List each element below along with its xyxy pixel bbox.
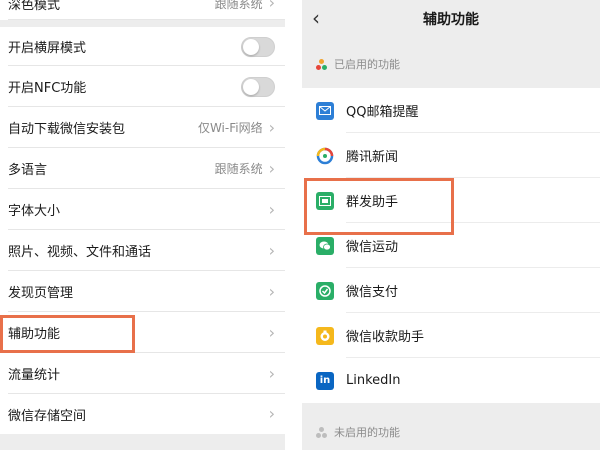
feature-item-wechat-sport[interactable]: 微信运动 — [302, 223, 600, 268]
chevron-right-icon: › — [268, 240, 275, 260]
setting-label: 流量统计 — [8, 368, 61, 383]
feature-item-wechat-pay[interactable]: 微信支付 — [302, 268, 600, 313]
setting-label: 多语言 — [8, 163, 48, 178]
feature-item-collection-assistant[interactable]: 微信收款助手 — [302, 313, 600, 358]
chevron-right-icon: › — [268, 322, 275, 342]
feature-item-broadcast[interactable]: 群发助手 — [302, 178, 600, 223]
setting-label: 深色模式 — [8, 0, 61, 13]
news-icon — [316, 146, 334, 165]
nav-header: ‹ 辅助功能 — [302, 0, 600, 38]
back-arrow-icon[interactable]: ‹ — [312, 6, 320, 30]
feature-label: 微信运动 — [346, 240, 399, 255]
feature-item-qq-mail[interactable]: QQ邮箱提醒 — [302, 88, 600, 133]
panel-gap — [285, 0, 302, 450]
settings-panel: 深色模式 跟随系统 › 开启横屏模式 开启NFC功能 自动下载微信安装包 仅Wi-… — [0, 0, 285, 450]
enabled-section-header: 已启用的功能 — [302, 42, 600, 86]
plugin-dots-gray-icon — [316, 426, 328, 438]
setting-label: 辅助功能 — [8, 327, 61, 342]
broadcast-icon — [316, 191, 334, 210]
accessibility-panel: ‹ 辅助功能 已启用的功能 QQ邮箱提醒 腾讯新闻 群发助手 微信运动 微信支付… — [302, 0, 600, 450]
feature-label: 腾讯新闻 — [346, 150, 399, 165]
setting-accessibility[interactable]: 辅助功能 › — [0, 312, 285, 353]
chevron-right-icon: › — [268, 158, 275, 178]
pay-icon — [316, 281, 334, 300]
linkedin-icon: in — [316, 371, 334, 390]
chevron-right-icon: › — [268, 363, 275, 383]
mail-icon — [316, 101, 334, 120]
setting-label: 开启横屏模式 — [8, 41, 87, 56]
feature-label: 微信支付 — [346, 285, 399, 300]
page-title: 辅助功能 — [423, 12, 479, 28]
feature-label: LinkedIn — [346, 373, 401, 388]
chevron-right-icon: › — [268, 0, 275, 12]
setting-discover-manage[interactable]: 发现页管理 › — [0, 271, 285, 312]
disabled-section-label: 未启用的功能 — [334, 426, 400, 439]
setting-nfc[interactable]: 开启NFC功能 — [0, 66, 285, 107]
setting-data-usage[interactable]: 流量统计 › — [0, 353, 285, 394]
feature-label: QQ邮箱提醒 — [346, 105, 419, 120]
setting-value: 仅Wi-Fi网络 — [197, 121, 263, 135]
disabled-section-header: 未启用的功能 — [302, 410, 600, 450]
setting-label: 开启NFC功能 — [8, 81, 87, 96]
setting-value: 跟随系统 — [214, 162, 263, 176]
chat-icon — [316, 236, 334, 255]
setting-dark-mode[interactable]: 深色模式 跟随系统 › — [0, 0, 285, 20]
feature-label: 微信收款助手 — [346, 330, 425, 345]
setting-language[interactable]: 多语言 跟随系统 › — [0, 148, 285, 189]
setting-landscape-mode[interactable]: 开启横屏模式 — [0, 27, 285, 66]
nfc-toggle[interactable] — [241, 76, 275, 97]
plugin-dots-icon — [316, 58, 328, 70]
setting-font-size[interactable]: 字体大小 › — [0, 189, 285, 230]
chevron-right-icon: › — [268, 199, 275, 219]
setting-label: 字体大小 — [8, 204, 61, 219]
setting-label: 照片、视频、文件和通话 — [8, 245, 152, 260]
feature-label: 群发助手 — [346, 195, 399, 210]
setting-label: 发现页管理 — [8, 286, 74, 301]
setting-storage[interactable]: 微信存储空间 › — [0, 394, 285, 434]
setting-media-files[interactable]: 照片、视频、文件和通话 › — [0, 230, 285, 271]
setting-label: 自动下载微信安装包 — [8, 122, 126, 137]
feature-item-tencent-news[interactable]: 腾讯新闻 — [302, 133, 600, 178]
chevron-right-icon: › — [268, 404, 275, 423]
feature-item-linkedin[interactable]: in LinkedIn — [302, 358, 600, 403]
enabled-section-label: 已启用的功能 — [334, 58, 400, 71]
setting-label: 微信存储空间 — [8, 408, 87, 424]
setting-auto-download[interactable]: 自动下载微信安装包 仅Wi-Fi网络 › — [0, 107, 285, 148]
money-icon — [316, 326, 334, 345]
chevron-right-icon: › — [268, 281, 275, 301]
setting-value: 跟随系统 — [214, 0, 263, 11]
landscape-toggle[interactable] — [241, 36, 275, 57]
chevron-right-icon: › — [268, 117, 275, 137]
